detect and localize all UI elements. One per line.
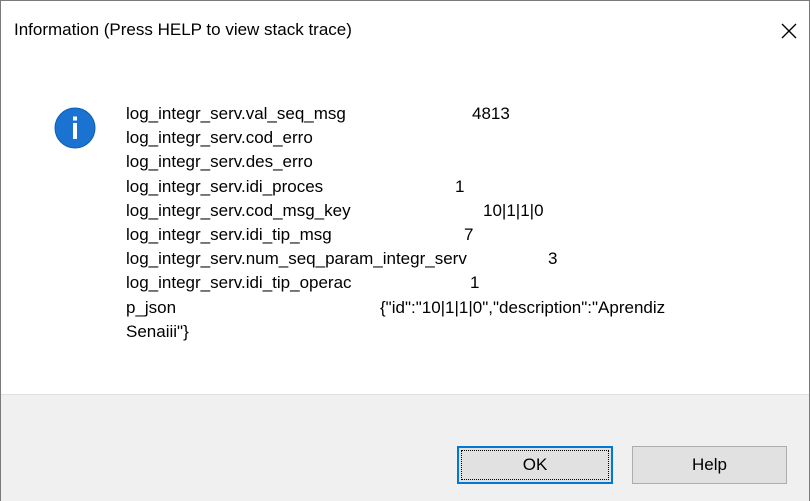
button-bar: OK Help	[1, 394, 809, 501]
field-name: log_integr_serv.des_erro	[126, 152, 313, 172]
field-value: 10|1|1|0	[483, 200, 544, 220]
information-dialog: Information (Press HELP to view stack tr…	[0, 0, 810, 501]
field-name: log_integr_serv.idi_tip_msg	[126, 224, 332, 244]
message-row: log_integr_serv.des_erro	[126, 150, 786, 174]
message-text: log_integr_serv.val_seq_msg 4813 log_int…	[126, 102, 786, 344]
message-row: log_integr_serv.val_seq_msg 4813	[126, 102, 786, 126]
title-bar[interactable]: Information (Press HELP to view stack tr…	[1, 1, 809, 63]
field-name: log_integr_serv.cod_erro	[126, 128, 313, 148]
message-row: log_integr_serv.num_seq_param_integr_ser…	[126, 247, 786, 271]
message-row: log_integr_serv.idi_proces 1	[126, 175, 786, 199]
field-value: 4813	[472, 104, 510, 123]
field-name: log_integr_serv.num_seq_param_integr_ser…	[126, 249, 467, 269]
field-name: log_integr_serv.idi_proces	[126, 176, 324, 196]
message-row: Senaiii"}	[126, 320, 786, 344]
close-button[interactable]	[771, 13, 807, 49]
field-value: 1	[470, 273, 480, 293]
json-value: {"id":"10|1|1|0","description":"Aprendiz	[380, 297, 666, 317]
help-button-label: Help	[692, 455, 727, 474]
field-name: log_integr_serv.cod_msg_key	[126, 200, 351, 220]
information-icon	[54, 107, 96, 149]
ok-button[interactable]: OK	[457, 446, 613, 484]
message-row: p_json {"id":"10|1|1|0","description":"A…	[126, 296, 786, 320]
message-row: log_integr_serv.cod_erro	[126, 126, 786, 150]
field-value: 3	[548, 249, 558, 269]
help-button[interactable]: Help	[632, 446, 787, 484]
field-value: 1	[455, 176, 465, 196]
field-name: p_json	[126, 297, 177, 317]
json-value-continuation: Senaiii"}	[126, 321, 189, 341]
field-name: log_integr_serv.val_seq_msg	[126, 104, 346, 123]
field-value: 7	[464, 224, 474, 244]
message-row: log_integr_serv.idi_tip_operac 1	[126, 271, 786, 295]
dialog-title: Information (Press HELP to view stack tr…	[14, 20, 352, 39]
field-name: log_integr_serv.idi_tip_operac	[126, 273, 352, 293]
message-area: log_integr_serv.val_seq_msg 4813 log_int…	[1, 63, 809, 394]
message-row: log_integr_serv.idi_tip_msg 7	[126, 223, 786, 247]
ok-button-label: OK	[522, 455, 548, 474]
close-icon	[781, 23, 797, 39]
message-row: log_integr_serv.cod_msg_key 10|1|1|0	[126, 199, 786, 223]
